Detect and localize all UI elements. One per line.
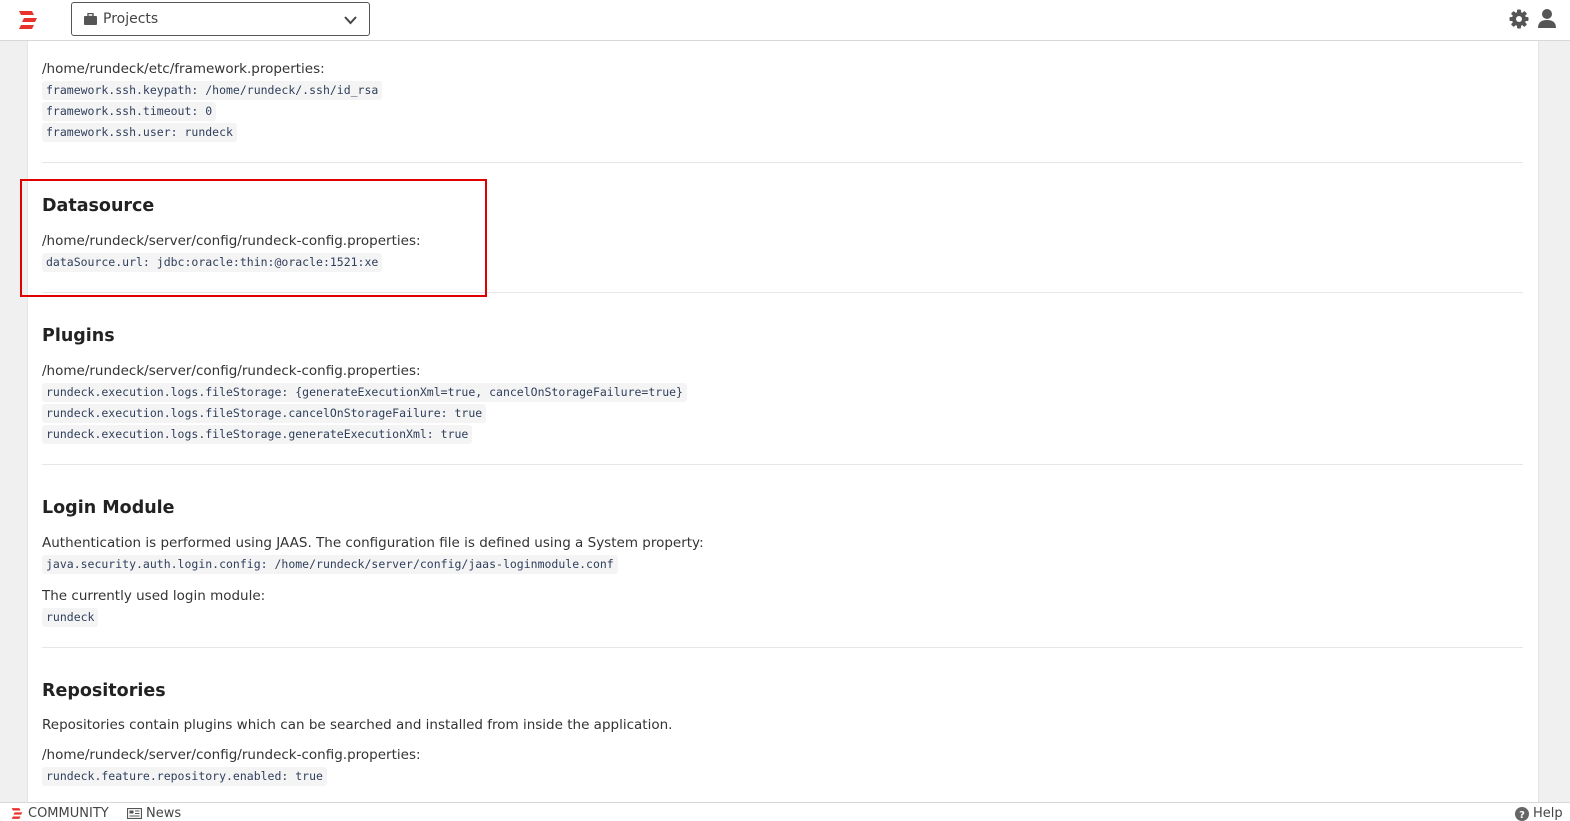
svg-text:?: ? [1519, 810, 1525, 821]
top-navbar: Projects [0, 0, 1570, 41]
system-config-panel: /home/rundeck/etc/framework.properties: … [27, 41, 1539, 802]
datasource-config-path: /home/rundeck/server/config/rundeck-conf… [42, 233, 421, 249]
plugins-prop-filestorage: rundeck.execution.logs.fileStorage: {gen… [42, 383, 687, 402]
login-module-description: Authentication is performed using JAAS. … [42, 535, 704, 551]
login-module-section: Login Module Authentication is performed… [42, 465, 1523, 648]
rundeck-logo[interactable] [17, 9, 39, 31]
login-module-heading: Login Module [42, 498, 175, 518]
footer-bar: COMMUNITY News ? Help [0, 802, 1570, 821]
project-selector[interactable]: Projects [71, 2, 370, 36]
plugins-prop-generate-xml: rundeck.execution.logs.fileStorage.gener… [42, 425, 473, 444]
datasource-heading: Datasource [42, 196, 155, 216]
community-label: COMMUNITY [28, 806, 109, 821]
gear-icon[interactable] [1509, 9, 1529, 29]
newspaper-icon [127, 808, 142, 819]
community-link[interactable]: COMMUNITY [10, 806, 109, 821]
datasource-prop-url: dataSource.url: jdbc:oracle:thin:@oracle… [42, 253, 383, 272]
user-icon[interactable] [1537, 8, 1557, 28]
ssh-prop-timeout: framework.ssh.timeout: 0 [42, 102, 217, 121]
question-circle-icon: ? [1515, 806, 1529, 821]
plugins-prop-cancel-on-failure: rundeck.execution.logs.fileStorage.cance… [42, 404, 487, 423]
news-label: News [146, 806, 182, 821]
repositories-config-path: /home/rundeck/server/config/rundeck-conf… [42, 747, 421, 763]
repositories-prop-enabled: rundeck.feature.repository.enabled: true [42, 767, 327, 786]
repositories-section: Repositories Repositories contain plugin… [42, 648, 1523, 786]
news-link[interactable]: News [127, 806, 181, 821]
plugins-section: Plugins /home/rundeck/server/config/rund… [42, 293, 1523, 465]
current-login-module-label: The currently used login module: [42, 588, 266, 604]
project-selector-label: Projects [103, 11, 159, 27]
help-link[interactable]: ? Help [1515, 806, 1563, 821]
ssh-prop-user: framework.ssh.user: rundeck [42, 123, 237, 142]
ssh-section: /home/rundeck/etc/framework.properties: … [42, 41, 1523, 163]
repositories-heading: Repositories [42, 681, 166, 701]
datasource-section: Datasource /home/rundeck/server/config/r… [42, 163, 1523, 293]
ssh-prop-keypath: framework.ssh.keypath: /home/rundeck/.ss… [42, 81, 383, 100]
login-config-prop: java.security.auth.login.config: /home/r… [42, 555, 618, 574]
help-label: Help [1533, 806, 1563, 821]
briefcase-icon [84, 13, 97, 25]
ssh-config-path: /home/rundeck/etc/framework.properties: [42, 61, 325, 77]
plugins-config-path: /home/rundeck/server/config/rundeck-conf… [42, 363, 421, 379]
repositories-description: Repositories contain plugins which can b… [42, 717, 673, 733]
current-login-module-value: rundeck [42, 608, 99, 627]
rundeck-logo-small [11, 808, 23, 819]
plugins-heading: Plugins [42, 326, 115, 346]
chevron-down-icon [344, 13, 357, 29]
